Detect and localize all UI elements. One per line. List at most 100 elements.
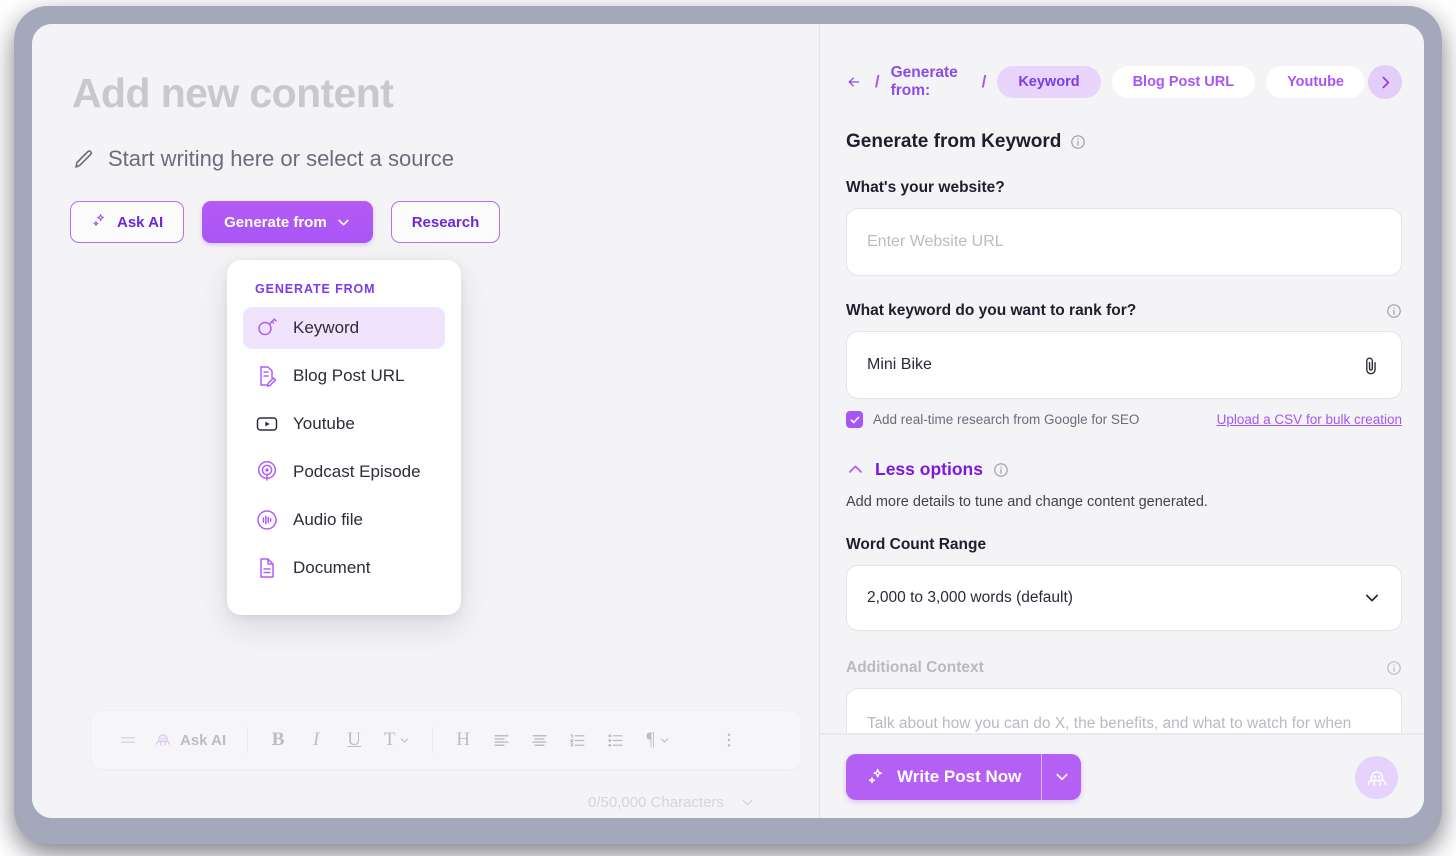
- website-field-label: What's your website?: [846, 179, 1005, 196]
- sparkle-icon: [868, 768, 882, 783]
- info-icon[interactable]: [1386, 303, 1402, 319]
- dropdown-item-label: Document: [293, 558, 371, 577]
- section-title: Generate from Keyword: [846, 131, 1062, 152]
- audio-file-icon: [255, 508, 279, 532]
- dropdown-header: GENERATE FROM: [255, 282, 376, 296]
- font-style-button[interactable]: T: [375, 723, 419, 757]
- chip-blog-post-url[interactable]: Blog Post URL: [1111, 66, 1256, 98]
- info-icon[interactable]: [993, 462, 1009, 478]
- section-title-row: Generate from Keyword: [846, 131, 1402, 153]
- keyword-icon: [255, 316, 279, 340]
- toolbar-divider-2: [432, 727, 434, 753]
- chevron-down-icon: [338, 219, 349, 225]
- write-post-now-dropdown[interactable]: [1041, 753, 1082, 800]
- paragraph-button[interactable]: ¶: [636, 723, 680, 757]
- word-count-select[interactable]: 2,000 to 3,000 words (default): [846, 565, 1402, 631]
- dropdown-item-document[interactable]: Document: [243, 547, 445, 589]
- ordered-list-icon[interactable]: [560, 723, 594, 757]
- underline-button[interactable]: U: [337, 723, 371, 757]
- panel-scroll-area[interactable]: / Generate from: / Keyword Blog Post URL…: [820, 24, 1424, 818]
- app-screen: Add new content Start writing here or se…: [32, 24, 1424, 818]
- pencil-icon: [72, 147, 96, 171]
- more-options-icon[interactable]: [712, 723, 746, 757]
- keyword-input-value: Mini Bike: [867, 356, 932, 373]
- editor-panel: Add new content Start writing here or se…: [32, 24, 820, 818]
- assistant-launcher-button[interactable]: [1355, 756, 1398, 799]
- dropdown-item-label: Audio file: [293, 510, 363, 529]
- octopus-icon: [156, 734, 170, 746]
- info-icon[interactable]: [1386, 660, 1402, 676]
- podcast-icon: [255, 460, 279, 484]
- editor-placeholder-row: Start writing here or select a source: [72, 146, 454, 172]
- additional-context-label: Additional Context: [846, 659, 984, 676]
- chip-label: Youtube: [1287, 74, 1344, 90]
- generate-from-button[interactable]: Generate from: [202, 201, 373, 243]
- info-icon[interactable]: [1070, 134, 1086, 150]
- attachment-icon[interactable]: [1359, 354, 1381, 376]
- toolbar-ask-ai-button[interactable]: Ask AI: [149, 723, 234, 757]
- write-post-now-main[interactable]: Write Post Now: [846, 753, 1042, 800]
- align-center-icon[interactable]: [522, 723, 556, 757]
- device-frame: Add new content Start writing here or se…: [14, 6, 1442, 844]
- word-count-label-row: Word Count Range: [846, 536, 1402, 554]
- sparkle-icon: [91, 212, 108, 233]
- chip-label: Keyword: [1018, 74, 1080, 90]
- word-count-label: Word Count Range: [846, 536, 987, 553]
- dropdown-item-label: Blog Post URL: [293, 366, 405, 385]
- less-options-toggle[interactable]: Less options: [846, 459, 1402, 480]
- keyword-input[interactable]: Mini Bike: [846, 331, 1402, 399]
- bullet-list-icon[interactable]: [598, 723, 632, 757]
- align-left-icon[interactable]: [484, 723, 518, 757]
- dropdown-item-youtube[interactable]: Youtube: [243, 403, 445, 445]
- document-icon: [255, 556, 279, 580]
- website-field-label-row: What's your website?: [846, 179, 1402, 197]
- character-counter-label: 0/50,000 Characters: [588, 794, 724, 811]
- dropdown-item-podcast-episode[interactable]: Podcast Episode: [243, 451, 445, 493]
- character-counter[interactable]: 0/50,000 Characters: [588, 794, 755, 811]
- heading-button[interactable]: H: [446, 723, 480, 757]
- italic-button[interactable]: I: [299, 723, 333, 757]
- write-post-now-button[interactable]: Write Post Now: [846, 753, 1082, 800]
- youtube-icon: [255, 412, 279, 436]
- blog-post-icon: [255, 364, 279, 388]
- editor-placeholder-text: Start writing here or select a source: [108, 146, 455, 171]
- additional-context-label-row: Additional Context: [846, 659, 1402, 677]
- dropdown-item-audio-file[interactable]: Audio file: [243, 499, 445, 541]
- dropdown-item-blog-post-url[interactable]: Blog Post URL: [243, 355, 445, 397]
- realtime-research-checkbox[interactable]: Add real-time research from Google for S…: [846, 411, 1139, 428]
- chevron-down-icon: [660, 737, 669, 743]
- chevron-down-icon: [1365, 594, 1379, 602]
- ask-ai-label: Ask AI: [117, 213, 164, 231]
- research-button[interactable]: Research: [390, 201, 501, 243]
- realtime-research-label: Add real-time research from Google for S…: [873, 412, 1140, 427]
- generate-from-dropdown: GENERATE FROM Keyword Blog Post URL Yout…: [227, 260, 461, 615]
- bold-button[interactable]: B: [261, 723, 295, 757]
- chevron-down-icon: [742, 799, 753, 806]
- back-arrow-icon[interactable]: [846, 71, 862, 93]
- chevron-right-icon: [1382, 76, 1389, 88]
- chevron-up-icon: [849, 465, 862, 473]
- page-title: Add new content: [72, 70, 394, 116]
- dropdown-item-label: Podcast Episode: [293, 462, 421, 481]
- drag-handle-icon[interactable]: [111, 723, 145, 757]
- next-chip-button[interactable]: [1368, 65, 1402, 99]
- dropdown-item-label: Youtube: [293, 414, 355, 433]
- toolbar-divider: [247, 727, 249, 753]
- website-url-placeholder: Enter Website URL: [867, 233, 1004, 250]
- chevron-down-icon: [1056, 773, 1068, 780]
- chip-keyword[interactable]: Keyword: [997, 66, 1101, 98]
- breadcrumb-label: Generate from:: [890, 64, 958, 99]
- chip-label: Blog Post URL: [1132, 74, 1235, 90]
- keyword-field-label-row: What keyword do you want to rank for?: [846, 302, 1402, 320]
- website-url-input[interactable]: Enter Website URL: [846, 208, 1402, 276]
- checkbox-checked-icon: [846, 411, 863, 428]
- chip-youtube[interactable]: Youtube: [1266, 66, 1365, 98]
- breadcrumb: / Generate from: / Keyword Blog Post URL…: [846, 60, 1402, 104]
- panel-footer: Write Post Now: [820, 734, 1424, 818]
- dropdown-item-keyword[interactable]: Keyword: [243, 307, 445, 349]
- breadcrumb-separator: /: [874, 72, 880, 91]
- less-options-label: Less options: [875, 459, 983, 479]
- toolbar-ask-ai-label: Ask AI: [180, 731, 227, 749]
- ask-ai-button[interactable]: Ask AI: [70, 201, 185, 243]
- upload-csv-link[interactable]: Upload a CSV for bulk creation: [1217, 412, 1402, 427]
